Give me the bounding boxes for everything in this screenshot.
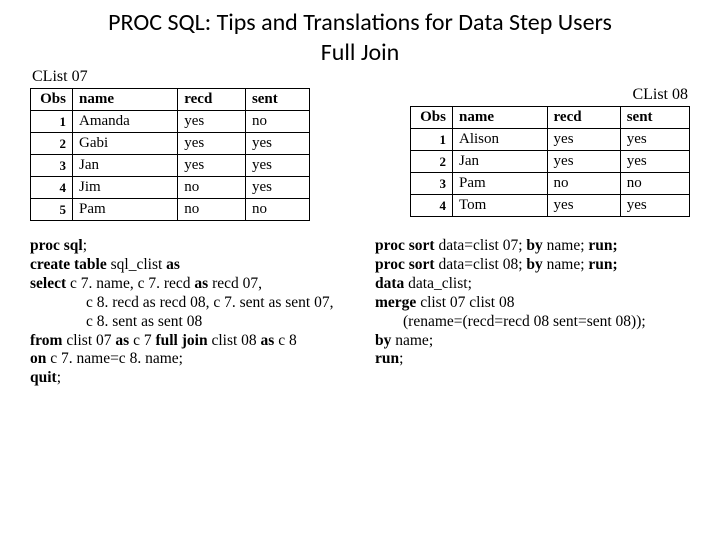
col-sent: sent [620, 107, 689, 129]
col-name: name [73, 89, 178, 111]
title-line-1: PROC SQL: Tips and Translations for Data… [108, 8, 612, 37]
table-header-row: Obs name recd sent [411, 107, 690, 129]
datastep-code: proc sort data=clist 07; by name; run; p… [375, 237, 690, 388]
left-table-block: CList 07 Obs name recd sent 1Amandayesno… [30, 68, 310, 221]
table-row: 1Amandayesno [31, 111, 310, 133]
title-line-2: Full Join [321, 38, 400, 67]
col-name: name [453, 107, 548, 129]
col-obs: Obs [411, 107, 453, 129]
right-table: Obs name recd sent 1Alisonyesyes 2Janyes… [410, 106, 690, 217]
table-header-row: Obs name recd sent [31, 89, 310, 111]
code-row: proc sql; create table sql_clist as sele… [30, 237, 690, 388]
table-row: 5Pamnono [31, 199, 310, 221]
table-row: 4Jimnoyes [31, 177, 310, 199]
col-recd: recd [547, 107, 620, 129]
left-table-caption: CList 07 [32, 68, 310, 86]
col-recd: recd [178, 89, 246, 111]
table-row: 3Pamnono [411, 173, 690, 195]
table-row: 1Alisonyesyes [411, 129, 690, 151]
col-sent: sent [245, 89, 309, 111]
col-obs: Obs [31, 89, 73, 111]
slide-title: PROC SQL: Tips and Translations for Data… [0, 0, 720, 68]
table-row: 2Gabiyesyes [31, 133, 310, 155]
table-row: 2Janyesyes [411, 151, 690, 173]
table-row: 3Janyesyes [31, 155, 310, 177]
right-table-caption: CList 08 [410, 86, 688, 104]
sql-code: proc sql; create table sql_clist as sele… [30, 237, 375, 388]
right-table-block: CList 08 Obs name recd sent 1Alisonyesye… [410, 86, 690, 217]
tables-row: CList 07 Obs name recd sent 1Amandayesno… [30, 68, 690, 221]
table-row: 4Tomyesyes [411, 195, 690, 217]
left-table: Obs name recd sent 1Amandayesno 2Gabiyes… [30, 88, 310, 221]
